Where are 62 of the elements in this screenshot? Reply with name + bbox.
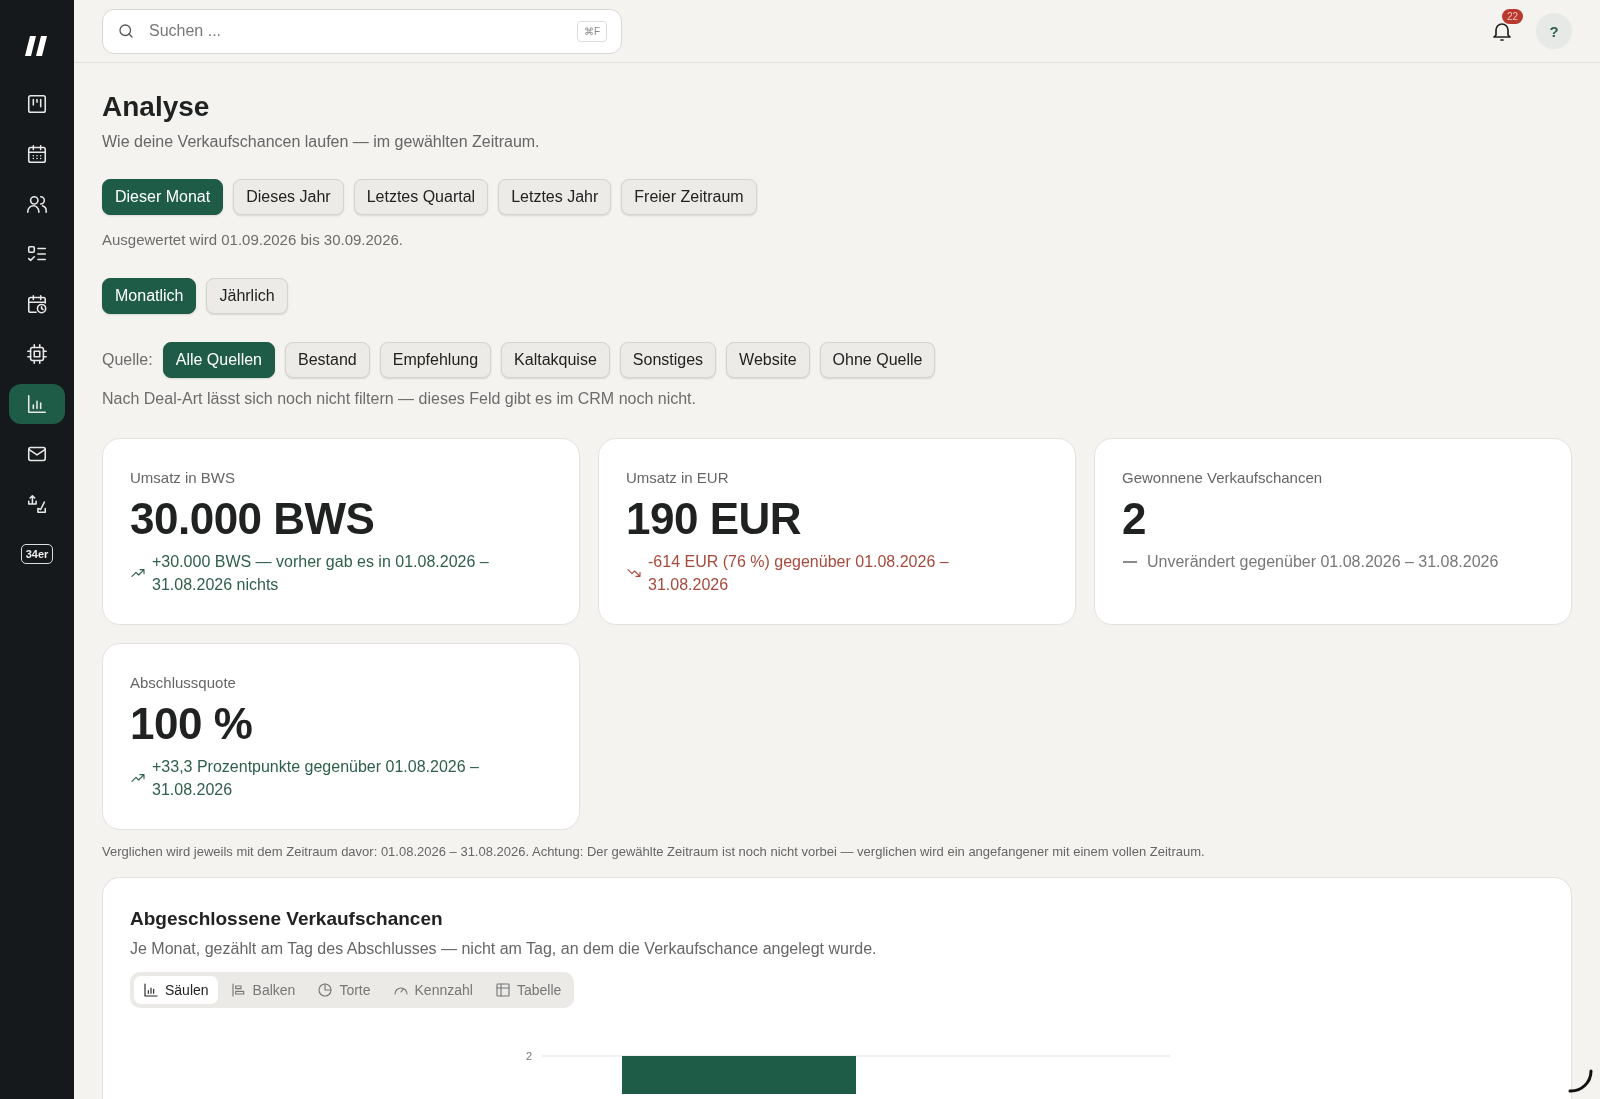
calendar-icon (26, 143, 48, 165)
kpi-change: +33,3 Prozentpunkte gegenüber 01.08.2026 – 31.08.2026 (152, 757, 480, 800)
shortcut-hint: ⌘F (576, 20, 607, 42)
page-title: Analyse (102, 91, 211, 123)
chart-type-tab[interactable]: Torte (308, 976, 380, 1004)
calendar-clock-icon (26, 293, 48, 315)
kpi-label: Umsatz in BWS (130, 469, 236, 486)
bar-chart-icon (26, 393, 48, 415)
axis-tick-label: 2 (526, 1050, 533, 1062)
filter-note: Nach Deal-Art lässt sich noch nicht filtern — dieses Feld gibt es im CRM noch nicht. (102, 390, 697, 408)
kpi-value: 100 % (130, 699, 254, 749)
filter-chip[interactable]: Sonstiges (619, 342, 717, 378)
nav-badge: 34er (20, 544, 54, 564)
page-subtitle: Wie deine Verkaufschancen laufen — im gewählten Zeitraum. (102, 133, 541, 151)
kpi-value: 2 (1122, 494, 1147, 544)
range-note: Ausgewertet wird 01.09.2026 bis 30.09.2026. (102, 231, 405, 248)
kpi-label: Abschlussquote (130, 674, 237, 691)
filter-chip[interactable]: Empfehlung (379, 342, 492, 378)
logo-icon (24, 34, 50, 58)
source-label: Quelle: (102, 351, 153, 369)
bar-chart-icon (230, 982, 247, 998)
kpi-change: Unverändert gegenüber 01.08.2026 – 31.08.2026 (1147, 552, 1499, 572)
column-chart-icon (143, 982, 159, 998)
chart-type-tab[interactable]: Tabelle (485, 976, 571, 1004)
nav-item[interactable]: 34er (9, 534, 65, 574)
chart-title: Abgeschlossene Verkaufschancen (130, 908, 444, 930)
filter-chip[interactable]: Letztes Quartal (353, 179, 489, 215)
table-icon (494, 982, 511, 998)
kpi-value: 30.000 BWS (130, 494, 376, 544)
kpi-change: -614 EUR (76 %) gegenüber 01.08.2026 – 31.08.2026 (648, 552, 950, 595)
filter-chip[interactable]: Website (726, 342, 810, 378)
filter-chip[interactable]: Kaltakquise (501, 342, 610, 378)
kpi-value: 190 EUR (626, 494, 803, 544)
upload-download-icon (26, 493, 48, 515)
filter-chip[interactable]: Jährlich (206, 278, 288, 314)
users-icon (26, 193, 48, 215)
kpi-change: +30.000 BWS — vorher gab es in 01.08.2026 – 31.08.2026 nichts (152, 552, 490, 595)
filter-chip[interactable]: Ohne Quelle (819, 342, 936, 378)
search-field[interactable]: Suchen ... (147, 21, 565, 41)
filter-chip[interactable]: Bestand (285, 342, 370, 378)
kpi-label: Umsatz in EUR (626, 469, 730, 486)
search-bar[interactable]: Suchen ... ⌘F (102, 8, 622, 54)
chart-type-tab[interactable]: Säulen (134, 976, 218, 1004)
compare-note: Verglichen wird jeweils mit dem Zeitraum davor: 01.08.2026 – 31.08.2026. Achtung: Der gewählte Zeitraum ist noch nicht vorbei — verglichen wird ein angefangener mit einem vollen Zeitraum. (102, 844, 1206, 859)
filter-chip[interactable]: Freier Zeitraum (621, 179, 757, 215)
kpi-label: Gewonnene Verkaufschancen (1122, 469, 1324, 486)
chart-subtitle: Je Monat, gezählt am Tag des Abschlusses — nicht am Tag, an dem die Verkaufschance angelegt wurde. (130, 940, 878, 958)
filter-chip[interactable]: Dieses Jahr (233, 179, 344, 215)
board-icon (26, 93, 48, 115)
filter-chip[interactable]: Alle Quellen (162, 342, 275, 378)
nav-item[interactable] (9, 384, 65, 424)
chart-type-tab[interactable]: Balken (221, 976, 305, 1004)
filter-chip[interactable]: Letztes Jahr (498, 179, 612, 215)
notification-badge: 22 (1502, 9, 1524, 24)
chip-icon (26, 343, 48, 365)
dash-icon (1123, 560, 1137, 563)
filter-chip[interactable]: Dieser Monat (102, 179, 224, 215)
help-button[interactable]: ? (1536, 13, 1572, 49)
chart-type-tab[interactable]: Kennzahl (383, 976, 482, 1004)
pie-chart-icon (317, 982, 334, 998)
search-icon (117, 22, 135, 40)
filter-chip[interactable]: Monatlich (102, 278, 197, 314)
